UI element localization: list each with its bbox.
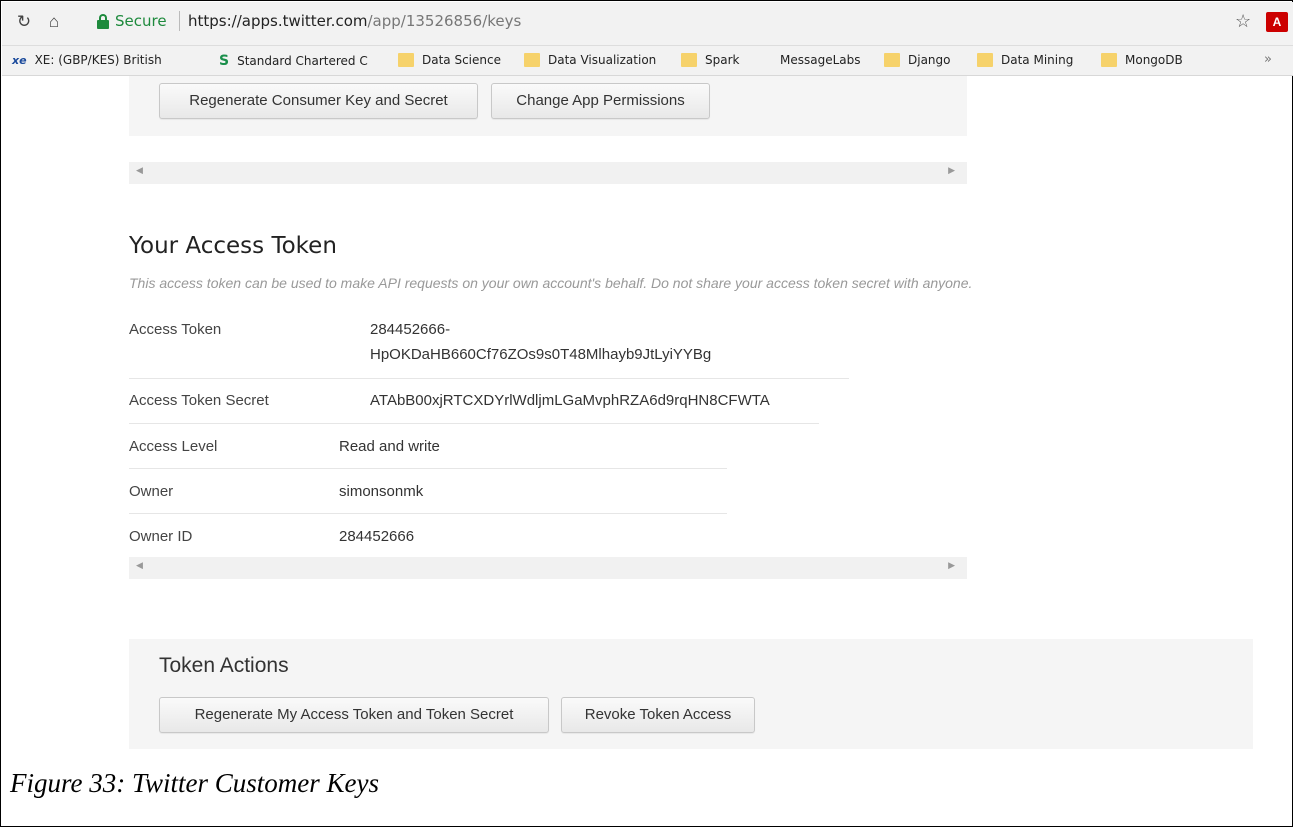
bookmark-spark[interactable]: Spark xyxy=(681,53,739,67)
regenerate-consumer-key-button[interactable]: Regenerate Consumer Key and Secret xyxy=(159,83,478,119)
lock-icon xyxy=(97,14,109,30)
reload-icon[interactable]: ↻ xyxy=(12,10,36,34)
access-token-label: Access Token xyxy=(129,321,222,338)
bookmark-standard-chartered[interactable]: S Standard Chartered C xyxy=(219,53,368,69)
bookmark-data-visualization[interactable]: Data Visualization xyxy=(524,53,656,67)
secure-label[interactable]: Secure xyxy=(115,12,167,30)
scroll-left-icon[interactable]: ◀ xyxy=(136,165,143,176)
token-actions-title: Token Actions xyxy=(159,654,289,677)
horizontal-scrollbar[interactable]: ◀ ▶ xyxy=(129,162,967,184)
figure-frame: ↻ ⌂ Secure https://apps.twitter.com/app/… xyxy=(0,0,1293,827)
row-divider xyxy=(129,468,727,469)
bookmark-label: Spark xyxy=(705,53,740,67)
access-token-secret-label: Access Token Secret xyxy=(129,392,269,409)
access-level-label: Access Level xyxy=(129,438,218,455)
bookmark-django[interactable]: Django xyxy=(884,53,951,67)
bookmark-label: Django xyxy=(908,53,951,67)
regenerate-access-token-button[interactable]: Regenerate My Access Token and Token Sec… xyxy=(159,697,549,733)
scroll-right-icon[interactable]: ▶ xyxy=(948,165,955,176)
folder-icon xyxy=(681,53,697,67)
bookmark-label: XE: (GBP/KES) British xyxy=(34,53,162,67)
folder-icon xyxy=(1101,53,1117,67)
url-separator xyxy=(179,11,180,31)
url-path: /app/13526856/keys xyxy=(367,12,522,30)
revoke-token-access-button[interactable]: Revoke Token Access xyxy=(561,697,755,733)
row-divider xyxy=(129,378,849,379)
access-token-value-line2: HpOKDaHB660Cf76ZOs9s0T48Mlhayb9JtLyiYYBg xyxy=(370,346,712,363)
access-token-value-line1: 284452666- xyxy=(370,321,451,338)
bookmark-label: Data Mining xyxy=(1001,53,1074,67)
home-icon[interactable]: ⌂ xyxy=(42,10,66,34)
row-divider xyxy=(129,513,727,514)
bookmark-label: Standard Chartered C xyxy=(237,54,368,68)
bookmarks-bar: xe XE: (GBP/KES) British S Standard Char… xyxy=(2,46,1293,76)
bookmark-label: MongoDB xyxy=(1125,53,1183,67)
url-host: https://apps.twitter.com xyxy=(188,12,368,30)
bookmark-xe[interactable]: xe XE: (GBP/KES) British xyxy=(12,53,162,67)
scroll-right-icon[interactable]: ▶ xyxy=(948,560,955,571)
folder-icon xyxy=(524,53,540,67)
bookmark-label: Data Science xyxy=(422,53,501,67)
bookmark-mongodb[interactable]: MongoDB xyxy=(1101,53,1183,67)
xe-icon: xe xyxy=(12,53,27,67)
folder-icon xyxy=(884,53,900,67)
row-divider xyxy=(129,423,819,424)
browser-address-bar: ↻ ⌂ Secure https://apps.twitter.com/app/… xyxy=(2,2,1293,46)
access-token-description: This access token can be used to make AP… xyxy=(129,275,973,291)
owner-value: simonsonmk xyxy=(339,483,424,500)
access-token-title: Your Access Token xyxy=(129,233,337,259)
more-bookmarks-icon[interactable]: » xyxy=(1264,52,1272,67)
pdf-extension-icon[interactable]: A xyxy=(1266,12,1288,32)
owner-label: Owner xyxy=(129,483,174,500)
folder-icon xyxy=(398,53,414,67)
url-field[interactable]: https://apps.twitter.com/app/13526856/ke… xyxy=(188,12,521,30)
change-app-permissions-button[interactable]: Change App Permissions xyxy=(491,83,710,119)
folder-icon xyxy=(977,53,993,67)
bookmark-data-science[interactable]: Data Science xyxy=(398,53,501,67)
bookmark-data-mining[interactable]: Data Mining xyxy=(977,53,1073,67)
bookmark-messagelabs[interactable]: MessageLabs xyxy=(780,53,861,67)
standard-chartered-icon: S xyxy=(219,53,230,69)
access-level-value: Read and write xyxy=(339,438,440,455)
bookmark-label: MessageLabs xyxy=(780,53,861,67)
horizontal-scrollbar[interactable]: ◀ ▶ xyxy=(129,557,967,579)
scroll-left-icon[interactable]: ◀ xyxy=(136,560,143,571)
bookmark-label: Data Visualization xyxy=(548,53,657,67)
figure-caption: Figure 33: Twitter Customer Keys xyxy=(10,768,379,798)
owner-id-value: 284452666 xyxy=(339,528,415,545)
access-token-secret-value: ATAbB00xjRTCXDYrlWdljmLGaMvphRZA6d9rqHN8… xyxy=(370,392,770,409)
bookmark-star-icon[interactable]: ☆ xyxy=(1235,11,1251,32)
owner-id-label: Owner ID xyxy=(129,528,193,545)
